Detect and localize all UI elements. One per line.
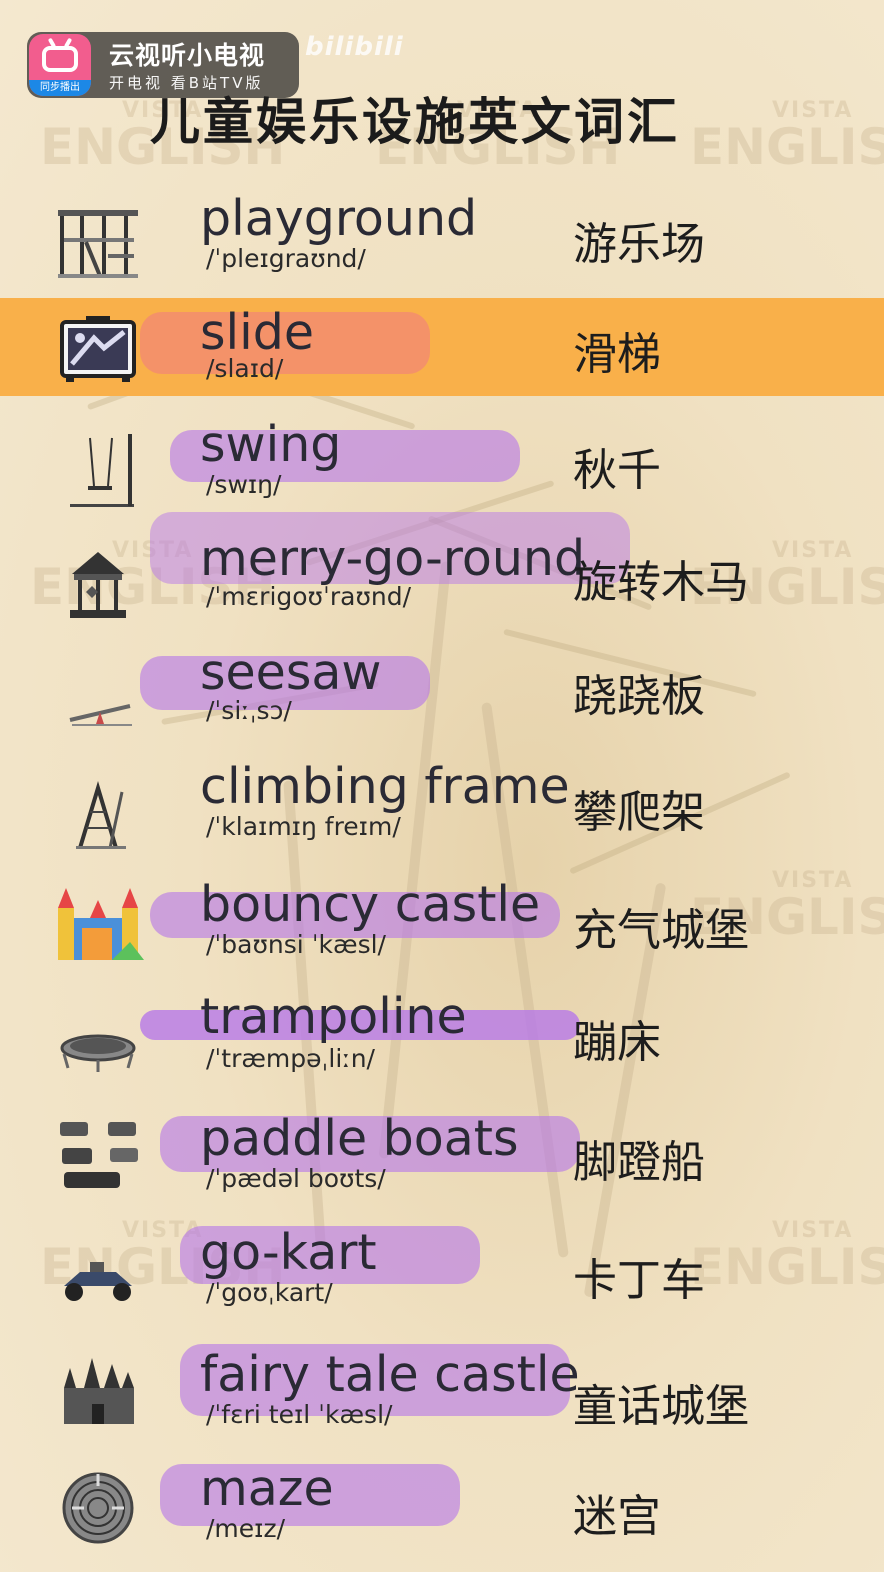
word-chinese: 卡丁车	[573, 1255, 705, 1306]
bilibili-watermark-logo: bilibili	[305, 32, 404, 62]
climbing-frame-icon	[76, 781, 126, 849]
vocab-row-paddle-boats: paddle boats /ˈpædəl boʊts/ 脚蹬船	[0, 1100, 884, 1214]
vocab-row-bouncy-castle: bouncy castle /ˈbaʊnsi ˈkæsl/ 充气城堡	[0, 870, 884, 984]
vocab-row-trampoline: trampoline /ˈtræmpəˌliːn/ 蹦床	[0, 984, 884, 1098]
word-chinese: 跷跷板	[573, 671, 705, 722]
word-ipa: /ˈmɛrigoʊˈraʊnd/	[206, 582, 412, 611]
sync-label: 同步播出	[29, 80, 91, 96]
word-chinese: 迷宫	[573, 1491, 661, 1542]
word-english: swing	[200, 416, 342, 473]
word-ipa: /ˈfɛri teɪl ˈkæsl/	[206, 1400, 393, 1429]
vocab-row-seesaw: seesaw /ˈsiːˌsɔ/ 跷跷板	[0, 638, 884, 752]
trampoline-icon	[60, 1034, 136, 1072]
bouncy-castle-icon	[58, 888, 144, 960]
word-ipa: /ˈpædəl boʊts/	[206, 1164, 386, 1193]
word-chinese: 充气城堡	[573, 905, 749, 956]
word-english: trampoline	[200, 988, 467, 1045]
paddle-boats-icon	[60, 1122, 138, 1188]
vocab-row-playground: playground /ˈpleɪgraʊnd/ 游乐场	[0, 180, 884, 294]
word-ipa: /ˈgoʊˌkart/	[206, 1278, 333, 1307]
word-chinese: 蹦床	[573, 1017, 661, 1068]
word-ipa: /swɪŋ/	[206, 470, 282, 499]
word-ipa: /ˈklaɪmɪŋ freɪm/	[206, 812, 401, 841]
playground-icon	[58, 210, 138, 278]
word-english: go-kart	[200, 1224, 377, 1281]
word-english: maze	[200, 1460, 334, 1517]
seesaw-icon	[69, 704, 132, 726]
word-english: paddle boats	[200, 1110, 519, 1167]
word-ipa: /ˈtræmpəˌliːn/	[206, 1044, 375, 1073]
word-ipa: /ˈpleɪgraʊnd/	[206, 244, 366, 273]
vocab-row-slide: slide /slaɪd/ 滑梯	[0, 298, 884, 396]
vocab-row-go-kart: go-kart /ˈgoʊˌkart/ 卡丁车	[0, 1214, 884, 1328]
maze-icon	[62, 1472, 134, 1544]
word-english: climbing frame	[200, 758, 570, 815]
swing-icon	[70, 434, 134, 507]
go-kart-icon	[64, 1262, 132, 1301]
word-english: fairy tale castle	[200, 1346, 580, 1403]
word-chinese: 脚蹬船	[573, 1137, 705, 1188]
word-chinese: 游乐场	[573, 219, 705, 270]
bilibili-tv-icon: 同步播出	[29, 34, 91, 96]
vocab-row-climbing-frame: climbing frame /ˈklaɪmɪŋ freɪm/ 攀爬架	[0, 752, 884, 866]
word-chinese: 滑梯	[573, 329, 661, 380]
word-chinese: 旋转木马	[573, 557, 749, 608]
word-english: playground	[200, 190, 478, 247]
vocab-row-swing: swing /swɪŋ/ 秋千	[0, 410, 884, 524]
word-english: bouncy castle	[200, 876, 541, 933]
word-english: merry-go-round	[200, 530, 586, 587]
word-english: slide	[200, 304, 315, 361]
word-chinese: 童话城堡	[573, 1381, 749, 1432]
app-name: 云视听小电视	[109, 41, 266, 70]
vocab-row-merry-go-round: merry-go-round /ˈmɛrigoʊˈraʊnd/ 旋转木马	[0, 512, 884, 638]
word-ipa: /meɪz/	[206, 1514, 285, 1543]
word-english: seesaw	[200, 644, 382, 701]
page-title: 儿童娱乐设施英文词汇	[150, 93, 680, 151]
carousel-icon	[70, 552, 126, 618]
slide-icon	[60, 316, 136, 382]
watermark: VISTAENGLISH	[690, 98, 884, 176]
fairy-tale-castle-icon	[64, 1358, 134, 1424]
word-chinese: 秋千	[573, 445, 661, 496]
vocab-row-fairy-tale-castle: fairy tale castle /ˈfɛri teɪl ˈkæsl/ 童话城…	[0, 1334, 884, 1448]
word-ipa: /slaɪd/	[206, 354, 284, 383]
word-ipa: /ˈbaʊnsi ˈkæsl/	[206, 930, 386, 959]
vocab-row-maze: maze /meɪz/ 迷宫	[0, 1454, 884, 1568]
word-chinese: 攀爬架	[573, 787, 705, 838]
word-ipa: /ˈsiːˌsɔ/	[206, 696, 292, 725]
